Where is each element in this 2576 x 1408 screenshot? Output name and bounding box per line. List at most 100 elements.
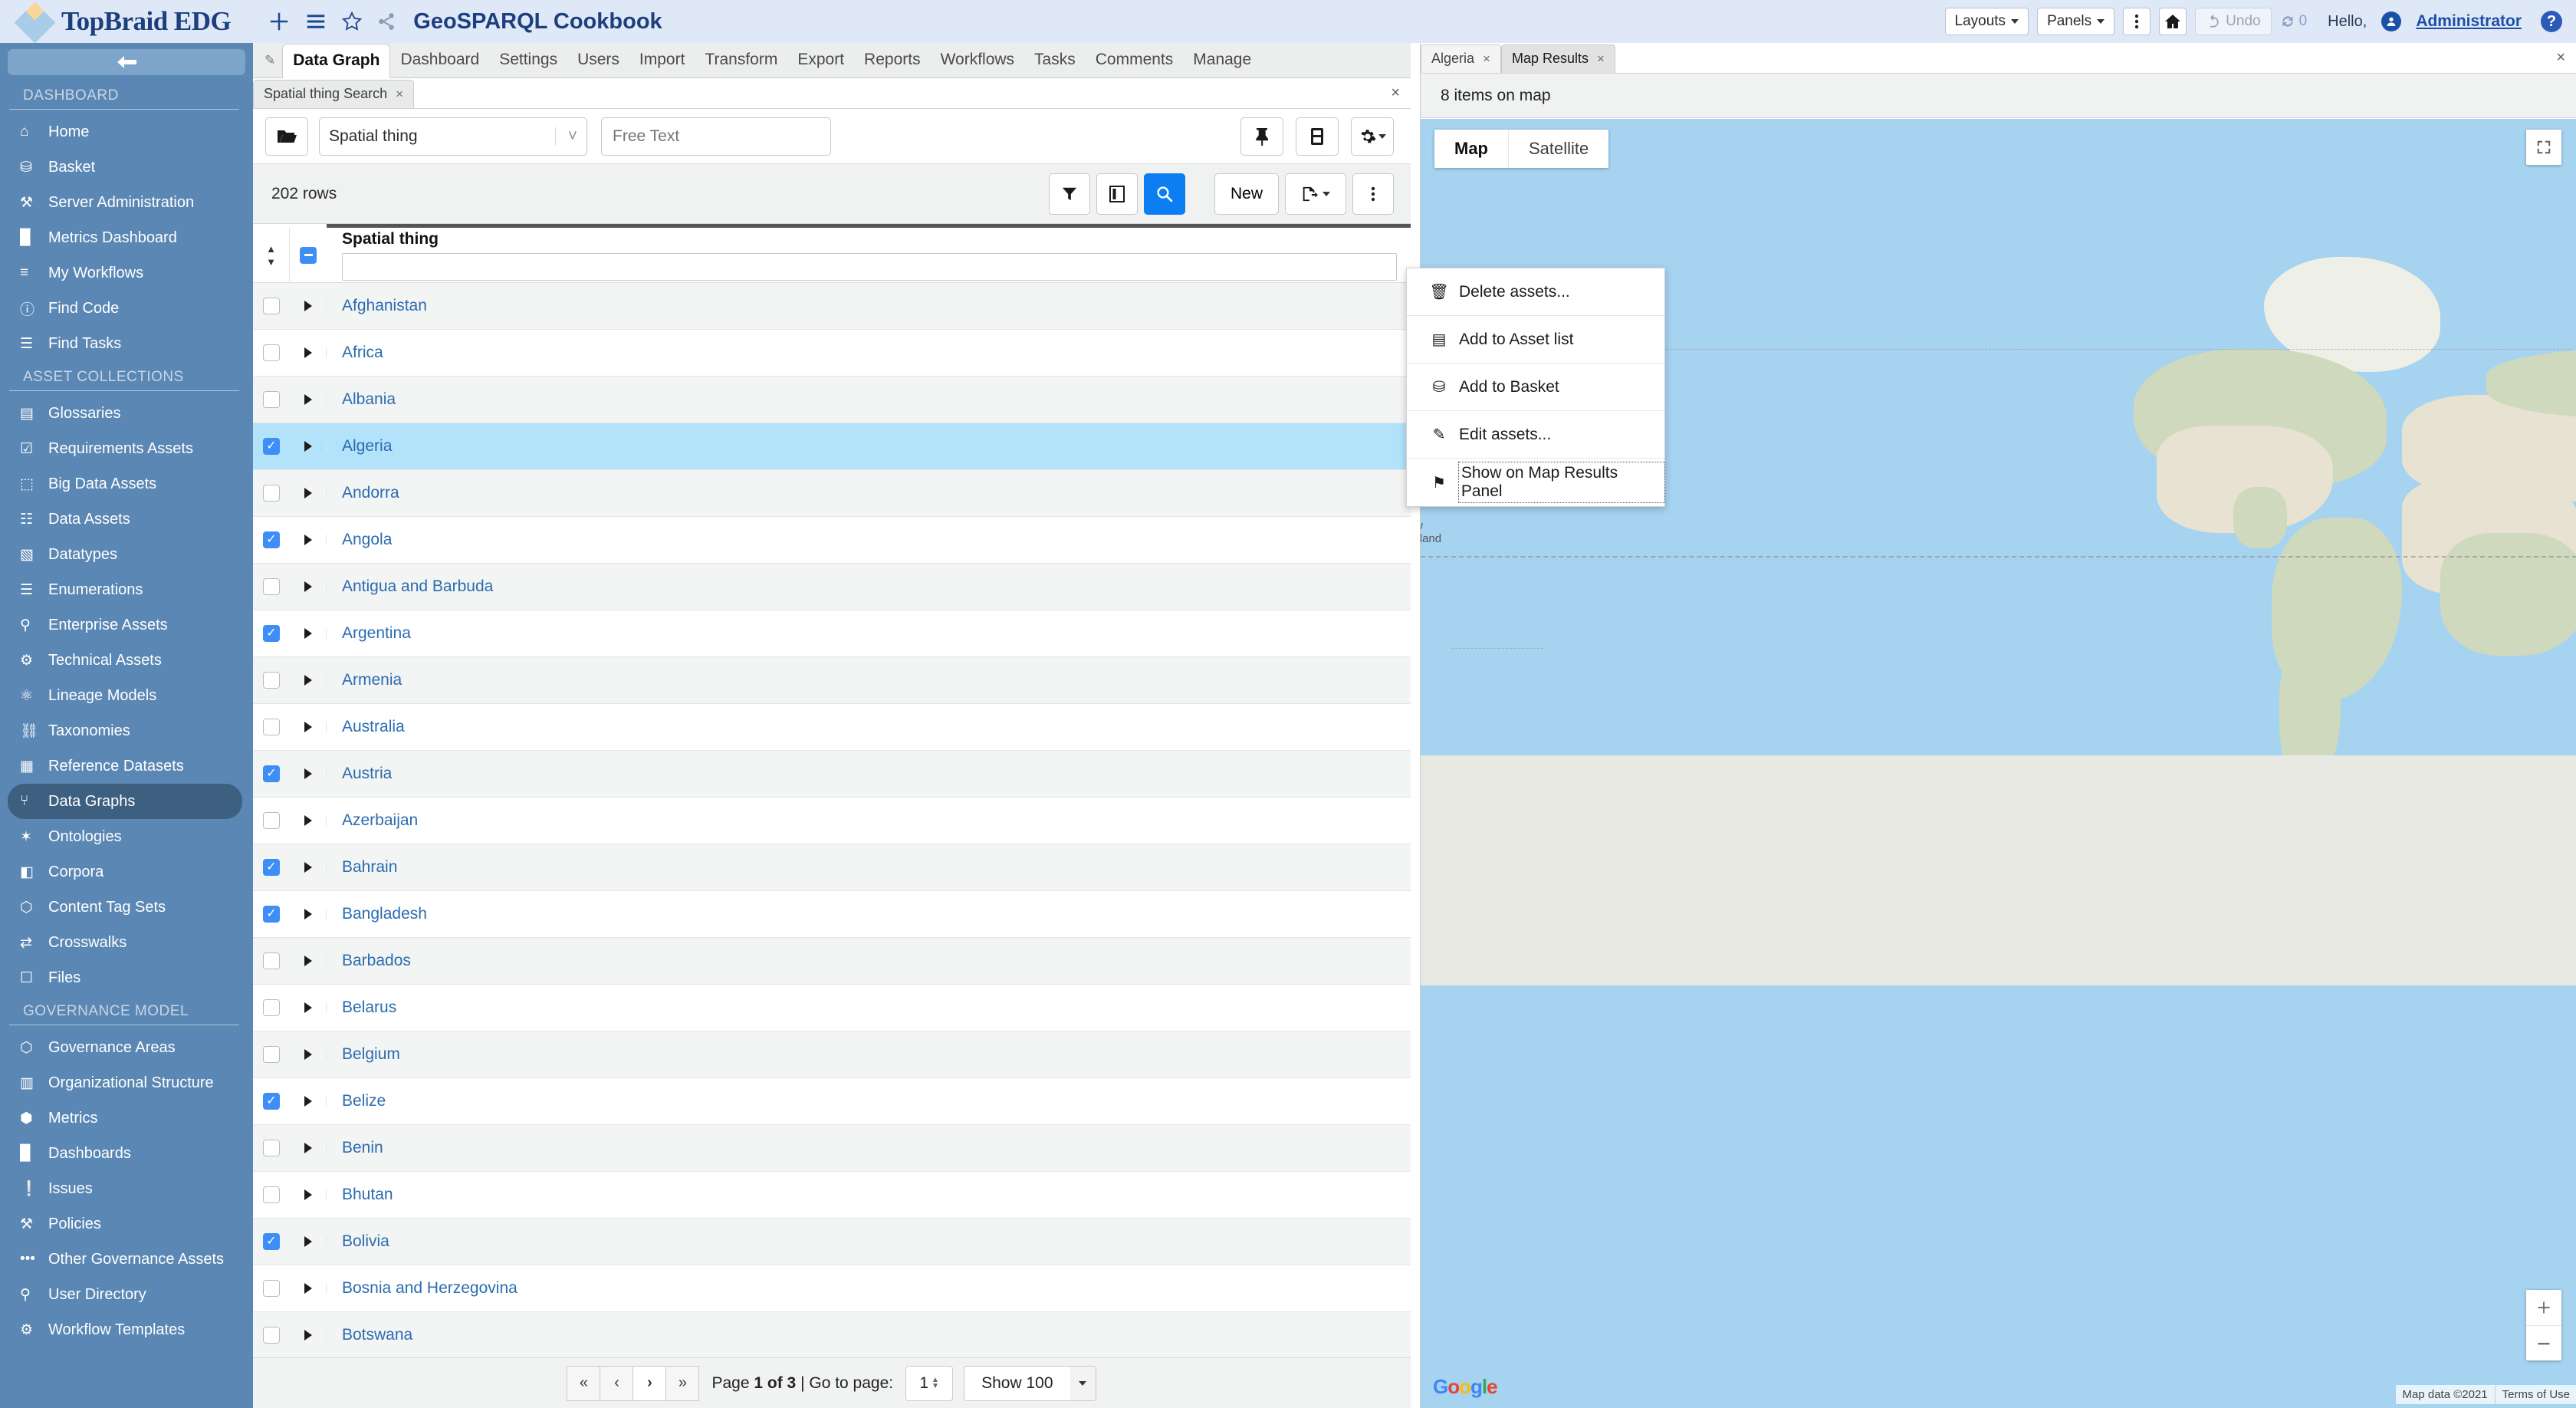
table-row[interactable]: Afghanistan — [253, 283, 1411, 330]
asset-actions-menu[interactable]: 🗑 Delete assets... ▤ Add to Asset list ⛁ Add … — [1406, 268, 1666, 507]
chevron-right-icon[interactable] — [304, 441, 312, 452]
row-checkbox-cell[interactable] — [253, 719, 290, 735]
sidebar-item-workflow-templates[interactable]: ⚙ Workflow Templates — [0, 1312, 253, 1347]
sidebar-item-other-governance-assets[interactable]: ••• Other Governance Assets — [0, 1242, 253, 1277]
chevron-right-icon[interactable] — [304, 301, 312, 311]
tab-workflows[interactable]: Workflows — [931, 44, 1024, 77]
filter-button[interactable] — [1048, 173, 1090, 215]
checkbox-icon[interactable] — [263, 1280, 280, 1297]
row-checkbox-cell[interactable] — [253, 1280, 290, 1297]
sidebar-item-basket[interactable]: ⛁ Basket — [0, 150, 253, 185]
table-row[interactable]: Andorra — [253, 470, 1411, 517]
expand-row-button[interactable] — [290, 535, 327, 545]
map-type-map-button[interactable]: Map — [1434, 130, 1508, 168]
table-row[interactable]: ✓ Bangladesh — [253, 891, 1411, 938]
checkbox-icon[interactable] — [263, 719, 280, 735]
checkbox-checked-icon[interactable]: ✓ — [263, 859, 280, 876]
sidebar-item-find-code[interactable]: ⓘ Find Code — [0, 291, 253, 326]
row-checkbox-cell[interactable] — [253, 391, 290, 408]
panel-tab-algeria[interactable]: Algeria × — [1421, 44, 1501, 73]
row-checkbox-cell[interactable] — [253, 344, 290, 361]
row-checkbox-cell[interactable] — [253, 812, 290, 829]
row-checkbox-cell[interactable]: ✓ — [253, 765, 290, 782]
expand-row-button[interactable] — [290, 862, 327, 873]
sidebar-item-data-graphs[interactable]: ⑂ Data Graphs — [8, 784, 242, 819]
layouts-button[interactable]: Layouts — [1944, 8, 2029, 35]
pin-button[interactable] — [1240, 117, 1283, 156]
expand-row-button[interactable] — [290, 1330, 327, 1341]
tab-settings[interactable]: Settings — [489, 44, 567, 77]
tab-comments[interactable]: Comments — [1086, 44, 1184, 77]
row-checkbox-cell[interactable]: ✓ — [253, 438, 290, 455]
asset-link[interactable]: Bangladesh — [327, 905, 427, 923]
sidebar-item-datatypes[interactable]: ▧ Datatypes — [0, 537, 253, 572]
sidebar-item-policies[interactable]: ⚒ Policies — [0, 1206, 253, 1242]
hamburger-icon[interactable] — [304, 10, 327, 33]
expand-row-button[interactable] — [290, 815, 327, 826]
next-page-button[interactable]: › — [632, 1365, 667, 1401]
expand-row-button[interactable] — [290, 1049, 327, 1060]
edit-pencil-icon[interactable]: ✎ — [261, 53, 282, 77]
checkbox-icon[interactable] — [263, 1140, 280, 1156]
checkbox-icon[interactable] — [263, 344, 280, 361]
row-checkbox-cell[interactable]: ✓ — [253, 531, 290, 548]
tab-reports[interactable]: Reports — [854, 44, 931, 77]
chevron-right-icon[interactable] — [304, 862, 312, 873]
save-button[interactable] — [1296, 117, 1339, 156]
select-all-checkbox[interactable] — [290, 228, 327, 282]
sidebar-item-lineage-models[interactable]: ⚛ Lineage Models — [0, 678, 253, 713]
expand-row-button[interactable] — [290, 628, 327, 639]
sidebar-item-taxonomies[interactable]: ⛓ Taxonomies — [0, 713, 253, 748]
sidebar-item-home[interactable]: ⌂ Home — [0, 114, 253, 150]
sidebar-item-governance-areas[interactable]: ⬡ Governance Areas — [0, 1030, 253, 1065]
checkbox-checked-icon[interactable]: ✓ — [263, 1233, 280, 1250]
checkbox-icon[interactable] — [263, 952, 280, 969]
sidebar-item-content-tag-sets[interactable]: ⬡ Content Tag Sets — [0, 890, 253, 925]
chevron-right-icon[interactable] — [304, 581, 312, 592]
row-checkbox-cell[interactable] — [253, 1327, 290, 1344]
sidebar-item-crosswalks[interactable]: ⇄ Crosswalks — [0, 925, 253, 960]
stepper-arrows-icon[interactable]: ▲ ▼ — [932, 1376, 939, 1390]
sidebar-item-issues[interactable]: ❕ Issues — [0, 1171, 253, 1206]
tab-data-graph[interactable]: Data Graph — [282, 44, 391, 78]
expand-row-button[interactable] — [290, 1236, 327, 1247]
sidebar-item-requirements-assets[interactable]: ☑ Requirements Assets — [0, 431, 253, 466]
sidebar-item-organizational-structure[interactable]: ▥ Organizational Structure — [0, 1065, 253, 1100]
chevron-right-icon[interactable] — [304, 347, 312, 358]
sidebar-item-find-tasks[interactable]: ☰ Find Tasks — [0, 326, 253, 361]
row-checkbox-cell[interactable]: ✓ — [253, 625, 290, 642]
expand-row-button[interactable] — [290, 1096, 327, 1107]
asset-link[interactable]: Belize — [327, 1092, 386, 1110]
checkbox-checked-icon[interactable]: ✓ — [263, 765, 280, 782]
asset-link[interactable]: Benin — [327, 1139, 383, 1157]
checkbox-icon[interactable] — [263, 1046, 280, 1063]
row-checkbox-cell[interactable] — [253, 298, 290, 314]
checkbox-checked-icon[interactable]: ✓ — [263, 906, 280, 923]
checkbox-checked-icon[interactable]: ✓ — [263, 1093, 280, 1110]
first-page-button[interactable]: « — [567, 1365, 601, 1401]
checkbox-icon[interactable] — [263, 485, 280, 502]
expand-row-button[interactable] — [290, 1002, 327, 1013]
sidebar-item-corpora[interactable]: ◧ Corpora — [0, 854, 253, 890]
star-icon[interactable] — [341, 11, 363, 32]
row-checkbox-cell[interactable]: ✓ — [253, 906, 290, 923]
chevron-right-icon[interactable] — [304, 1330, 312, 1341]
chevron-right-icon[interactable] — [304, 488, 312, 498]
close-icon[interactable]: × — [2556, 49, 2565, 67]
sidebar-item-user-directory[interactable]: ⚲ User Directory — [0, 1277, 253, 1312]
sidebar-item-enterprise-assets[interactable]: ⚲ Enterprise Assets — [0, 607, 253, 643]
expand-row-button[interactable] — [290, 1189, 327, 1200]
map-type-controls[interactable]: Map Satellite — [1434, 130, 1609, 168]
row-checkbox-cell[interactable] — [253, 578, 290, 595]
expand-row-button[interactable] — [290, 488, 327, 498]
asset-type-select[interactable]: Spatial thing ˅ — [319, 117, 587, 156]
asset-link[interactable]: Australia — [327, 718, 405, 736]
brand-logo[interactable]: TopBraid EDG — [14, 2, 232, 44]
asset-link[interactable]: Azerbaijan — [327, 811, 418, 830]
tab-dashboard[interactable]: Dashboard — [390, 44, 489, 77]
map-zoom-controls[interactable] — [2526, 1290, 2561, 1360]
open-folder-button[interactable] — [265, 117, 308, 156]
table-row[interactable]: Botswana — [253, 1312, 1411, 1359]
chevron-right-icon[interactable] — [304, 1002, 312, 1013]
table-row[interactable]: Belarus — [253, 985, 1411, 1031]
